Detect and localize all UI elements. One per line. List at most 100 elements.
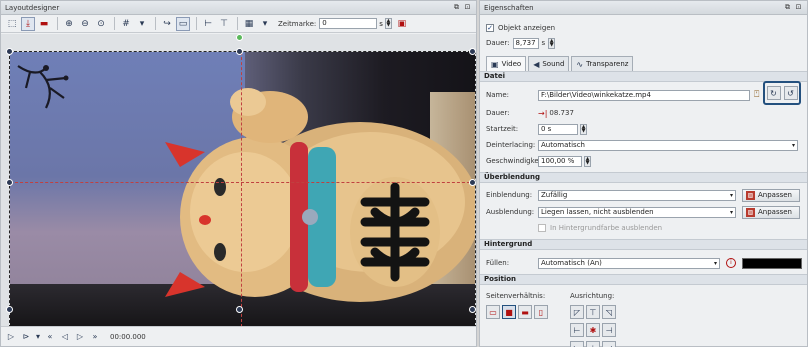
- align-top-icon[interactable]: ⊤: [217, 17, 231, 31]
- save-icon[interactable]: ▣: [395, 17, 409, 31]
- align-center-icon[interactable]: ✱: [586, 323, 600, 337]
- arrange-icon[interactable]: ▦: [242, 17, 256, 31]
- fade-out-select[interactable]: Liegen lassen, nicht ausblenden ▾: [538, 206, 736, 218]
- rewind-icon[interactable]: «: [44, 331, 56, 343]
- arrange-dropdown-icon[interactable]: ▾: [258, 17, 272, 31]
- undock-icon[interactable]: ⧉: [783, 3, 792, 12]
- tab-video[interactable]: ▣ Video: [486, 56, 527, 71]
- branch-silhouette: [17, 65, 69, 109]
- file-open-icon[interactable]: ⍞: [754, 90, 759, 100]
- aspect-stretch-icon[interactable]: ▬: [518, 305, 532, 319]
- fade-in-row: Einblendung: Zufällig ▾ ▨ Anpassen: [486, 188, 800, 202]
- maximize-icon[interactable]: ⊡: [794, 3, 803, 12]
- vertical-guide: [241, 52, 242, 327]
- align-label: Ausrichtung:: [570, 292, 615, 300]
- file-duration-icon: →|: [538, 108, 548, 118]
- zeitmarke-stepper[interactable]: ▲ ▼: [384, 18, 392, 29]
- play-dropdown-icon[interactable]: ▾: [35, 331, 41, 343]
- fast-forward-icon[interactable]: »: [89, 331, 101, 343]
- step-back-icon[interactable]: ◁: [59, 331, 71, 343]
- layoutdesigner-panel: Layoutdesigner ⧉ ⊡ ⬚ ⤓ ▬ ⊕ ⊖ ⊙ # ▾ ↪ ▭ ⊢…: [0, 0, 477, 347]
- fade-in-select[interactable]: Zufällig ▾: [538, 189, 736, 201]
- deinterlace-select[interactable]: Automatisch ▾: [538, 139, 798, 151]
- fade-out-label: Ausblendung:: [486, 208, 535, 216]
- fade-in-adjust-label: Anpassen: [758, 191, 792, 199]
- show-object-checkbox[interactable]: ✓: [486, 24, 494, 32]
- video-preview-image[interactable]: [9, 51, 476, 328]
- crop-tool-icon[interactable]: ⤓: [21, 16, 35, 31]
- bg-fade-checkbox[interactable]: [538, 224, 546, 232]
- chevron-down-icon: ▾: [791, 141, 795, 149]
- fade-in-value: Zufällig: [541, 190, 568, 199]
- resize-handle-right[interactable]: [469, 179, 476, 186]
- duration-input[interactable]: 8,737: [512, 37, 539, 49]
- speed-stepper[interactable]: ▲ ▼: [584, 155, 591, 167]
- zoom-fit-icon[interactable]: ⊙: [94, 17, 108, 31]
- align-bottom-left-icon[interactable]: ◺: [570, 341, 584, 347]
- play-from-icon[interactable]: ⊳: [20, 331, 32, 343]
- fit-tool-icon[interactable]: ▬: [37, 17, 51, 31]
- resize-handle-top[interactable]: [236, 48, 243, 55]
- align-left-icon[interactable]: ⊢: [201, 17, 215, 31]
- align-left-icon[interactable]: ⊢: [570, 323, 584, 337]
- aspect-fill-icon[interactable]: ■: [502, 305, 516, 319]
- layout-canvas[interactable]: [1, 34, 476, 328]
- file-name-field[interactable]: F:\Bilder\Video\winkekatze.mp4: [538, 89, 750, 101]
- fade-in-adjust-button[interactable]: ▨ Anpassen: [742, 188, 800, 202]
- resize-handle-top-left[interactable]: [6, 48, 13, 55]
- grid-dropdown-icon[interactable]: ▾: [135, 17, 149, 31]
- duration-label: Dauer:: [486, 39, 510, 47]
- select-tool-icon[interactable]: ⬚: [5, 17, 19, 31]
- start-stepper[interactable]: ▲ ▼: [580, 123, 587, 135]
- align-top-left-icon[interactable]: ◸: [570, 305, 584, 319]
- duration-stepper[interactable]: ▲ ▼: [548, 37, 556, 49]
- align-row: Ausrichtung:: [570, 290, 614, 302]
- align-right-icon[interactable]: ⊣: [602, 323, 616, 337]
- maximize-icon[interactable]: ⊡: [463, 3, 472, 12]
- grid-icon[interactable]: #: [119, 17, 133, 31]
- show-object-row: ✓ Objekt anzeigen: [486, 22, 555, 34]
- adjust-icon: ▨: [746, 190, 755, 200]
- play-icon[interactable]: ▷: [5, 331, 17, 343]
- fill-color-swatch[interactable]: [742, 257, 802, 269]
- align-top-center-icon[interactable]: ⊤: [586, 305, 600, 319]
- start-input[interactable]: 0 s: [538, 123, 578, 135]
- step-forward-icon[interactable]: ▷: [74, 331, 86, 343]
- aspect-original-icon[interactable]: ▯: [534, 305, 548, 319]
- tab-sound[interactable]: ◀ Sound: [528, 56, 570, 71]
- fill-value: Automatisch (An): [541, 258, 602, 267]
- name-label: Name:: [486, 91, 510, 99]
- align-bottom-center-icon[interactable]: ⊥: [586, 341, 600, 347]
- fade-out-adjust-button[interactable]: ▨ Anpassen: [742, 205, 800, 219]
- toolbar-divider: [237, 17, 238, 30]
- film-icon: ▣: [491, 59, 499, 69]
- path-icon[interactable]: ↪: [160, 17, 174, 31]
- reset-icon[interactable]: ↺: [783, 86, 798, 100]
- reload-icon[interactable]: ↻: [766, 86, 781, 100]
- rotate-handle[interactable]: [236, 34, 243, 41]
- resize-handle-bottom-left[interactable]: [6, 306, 13, 313]
- zeitmarke-input[interactable]: 0: [319, 18, 378, 29]
- align-bottom-right-icon[interactable]: ◿: [602, 341, 616, 347]
- deinterlace-value: Automatisch: [541, 140, 585, 149]
- tab-transparency[interactable]: ∿ Transparenz: [571, 56, 634, 71]
- resize-handle-bottom-right[interactable]: [469, 306, 476, 313]
- aspect-fit-icon[interactable]: ▭: [486, 305, 500, 319]
- chevron-down-icon: ▾: [729, 208, 733, 216]
- resize-handle-bottom[interactable]: [236, 306, 243, 313]
- align-top-right-icon[interactable]: ◹: [602, 305, 616, 319]
- align-buttons-middle: ⊢ ✱ ⊣: [570, 323, 616, 337]
- lucky-cat-figure: [165, 88, 475, 302]
- resize-handle-top-right[interactable]: [469, 48, 476, 55]
- tab-sound-label: Sound: [542, 60, 565, 68]
- zoom-out-icon[interactable]: ⊖: [78, 17, 92, 31]
- undock-icon[interactable]: ⧉: [452, 3, 461, 12]
- speed-input[interactable]: 100,00 %: [538, 155, 582, 167]
- zoom-in-icon[interactable]: ⊕: [62, 17, 76, 31]
- speed-label: Geschwindigkeit:: [486, 157, 546, 165]
- info-icon[interactable]: i: [726, 258, 736, 268]
- safe-area-icon[interactable]: ▭: [176, 16, 190, 31]
- resize-handle-left[interactable]: [6, 179, 13, 186]
- section-position: Position: [480, 274, 807, 285]
- fill-select[interactable]: Automatisch (An) ▾: [538, 257, 720, 269]
